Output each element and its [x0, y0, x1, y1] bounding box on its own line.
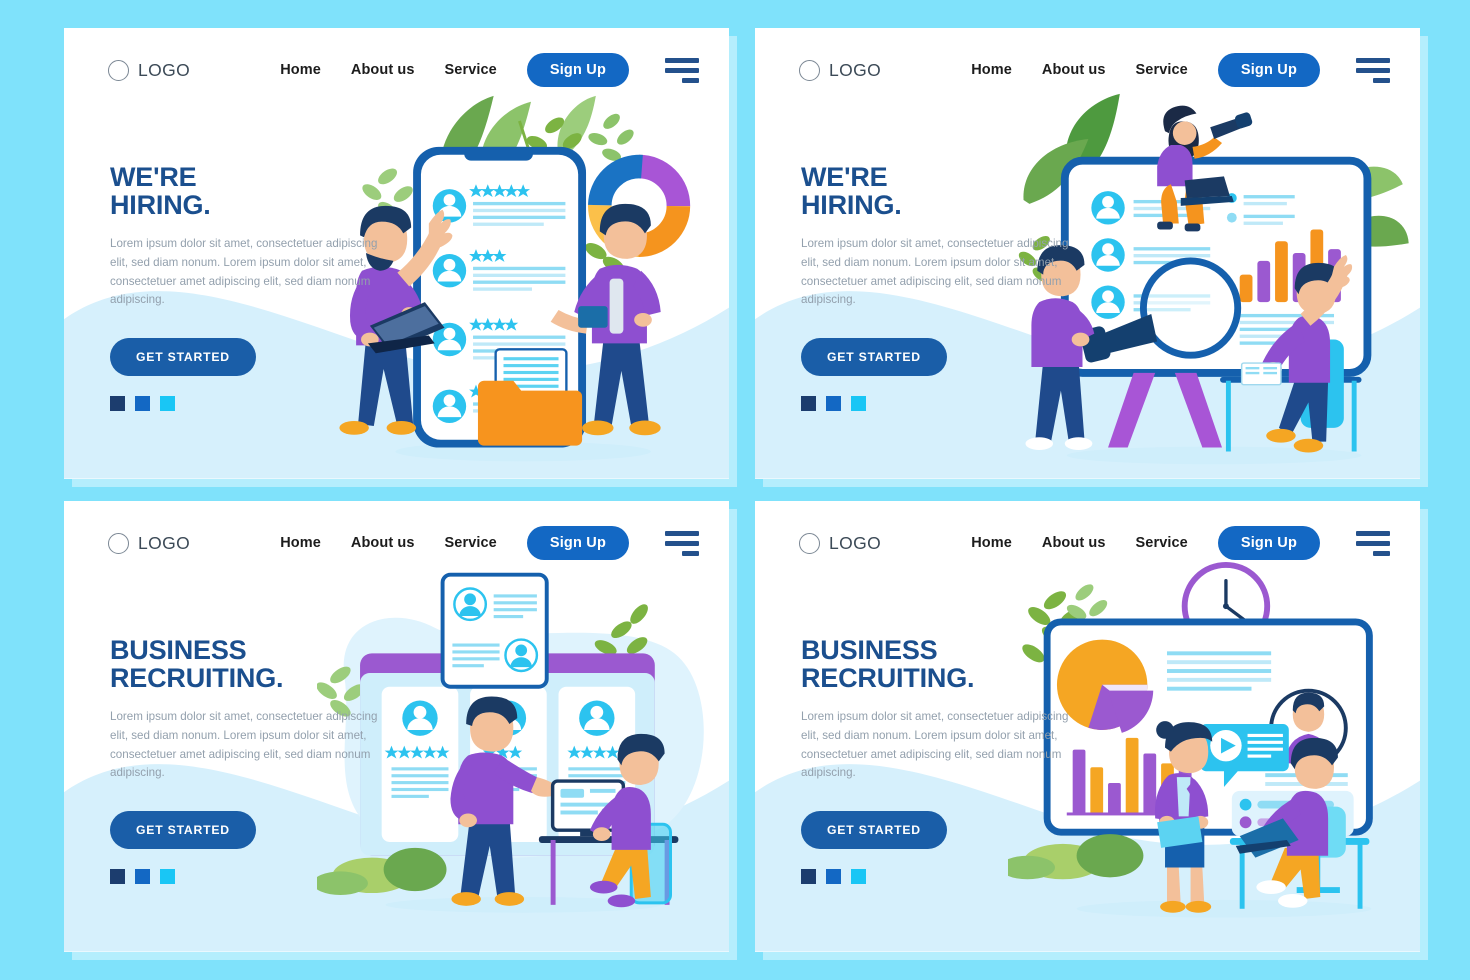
- pagination-dots[interactable]: [801, 869, 866, 884]
- landing-panel-hiring-mobile: LOGO Home About us Service Sign Up WE'RE…: [64, 28, 729, 479]
- pagination-dot-2[interactable]: [826, 869, 841, 884]
- nav-link-home[interactable]: Home: [971, 62, 1012, 78]
- sign-up-button[interactable]: Sign Up: [1217, 53, 1320, 87]
- nav-link-home[interactable]: Home: [971, 535, 1012, 551]
- pagination-dots[interactable]: [110, 396, 175, 411]
- hero-copy: WE'RE HIRING. Lorem ipsum dolor sit amet…: [801, 162, 1069, 377]
- pagination-dot-3[interactable]: [160, 396, 175, 411]
- hero-description: Lorem ipsum dolor sit amet, consectetuer…: [110, 237, 378, 307]
- get-started-button[interactable]: GET STARTED: [110, 338, 256, 377]
- circle-outline-icon: [799, 532, 820, 554]
- logo-label: LOGO: [829, 532, 882, 553]
- hamburger-menu-icon[interactable]: [665, 530, 699, 556]
- navbar-right: Home About us Service Sign Up: [971, 526, 1390, 560]
- pagination-dots[interactable]: [801, 396, 866, 411]
- hero-description: Lorem ipsum dolor sit amet, consectetuer…: [110, 710, 378, 780]
- nav-link-service[interactable]: Service: [1136, 62, 1188, 78]
- hero-copy: BUSINESS RECRUITING. Lorem ipsum dolor s…: [801, 635, 1069, 850]
- page-title: BUSINESS RECRUITING.: [110, 635, 284, 693]
- navbar: LOGO Home About us Service Sign Up: [755, 28, 1420, 112]
- get-started-button[interactable]: GET STARTED: [110, 811, 256, 850]
- pagination-dot-3[interactable]: [851, 396, 866, 411]
- navbar-right: Home About us Service Sign Up: [280, 53, 699, 87]
- pagination-dot-1[interactable]: [110, 396, 125, 411]
- floating-resume-card: [440, 572, 549, 689]
- nav-link-about-us[interactable]: About us: [1042, 62, 1106, 78]
- nav-link-service[interactable]: Service: [445, 62, 497, 78]
- page-title: WE'RE HIRING.: [110, 162, 211, 220]
- logo-label: LOGO: [829, 59, 882, 80]
- pagination-dot-1[interactable]: [801, 869, 816, 884]
- logo[interactable]: LOGO: [108, 59, 191, 81]
- pagination-dot-1[interactable]: [801, 396, 816, 411]
- nav-link-about-us[interactable]: About us: [1042, 535, 1106, 551]
- nav-link-about-us[interactable]: About us: [351, 535, 415, 551]
- nav-link-home[interactable]: Home: [280, 535, 321, 551]
- landing-panel-recruiting-cards: LOGO Home About us Service Sign Up BUSIN…: [64, 501, 729, 952]
- poster-canvas: LOGO Home About us Service Sign Up WE'RE…: [0, 0, 1470, 980]
- logo-label: LOGO: [138, 59, 191, 80]
- circle-outline-icon: [108, 532, 129, 554]
- candidate-card: [381, 686, 459, 842]
- get-started-button[interactable]: GET STARTED: [801, 338, 947, 377]
- circle-outline-icon: [799, 59, 820, 81]
- illustration-analytics-dashboard-board: [1007, 559, 1420, 952]
- pagination-dot-2[interactable]: [135, 869, 150, 884]
- pagination-dot-2[interactable]: [135, 396, 150, 411]
- hamburger-menu-icon[interactable]: [1356, 57, 1390, 83]
- landing-panel-hiring-board: LOGO Home About us Service Sign Up WE'RE…: [755, 28, 1420, 479]
- circle-outline-icon: [108, 59, 129, 81]
- hero-copy: WE'RE HIRING. Lorem ipsum dolor sit amet…: [110, 162, 378, 377]
- landing-panel-recruiting-dashboard: LOGO Home About us Service Sign Up BUSIN…: [755, 501, 1420, 952]
- pagination-dots[interactable]: [110, 869, 175, 884]
- nav-link-service[interactable]: Service: [445, 535, 497, 551]
- hamburger-menu-icon[interactable]: [665, 57, 699, 83]
- hero-copy: BUSINESS RECRUITING. Lorem ipsum dolor s…: [110, 635, 378, 850]
- hero-description: Lorem ipsum dolor sit amet, consectetuer…: [801, 710, 1069, 780]
- pagination-dot-1[interactable]: [110, 869, 125, 884]
- sign-up-button[interactable]: Sign Up: [526, 526, 629, 560]
- sign-up-button[interactable]: Sign Up: [1217, 526, 1320, 560]
- logo[interactable]: LOGO: [799, 532, 882, 554]
- navbar-right: Home About us Service Sign Up: [280, 526, 699, 560]
- nav-link-service[interactable]: Service: [1136, 535, 1188, 551]
- illustration-candidate-cards-board: [316, 559, 729, 952]
- pagination-dot-3[interactable]: [851, 869, 866, 884]
- navbar: LOGO Home About us Service Sign Up: [64, 501, 729, 585]
- hero-description: Lorem ipsum dolor sit amet, consectetuer…: [801, 237, 1069, 307]
- illustration-mobile-candidate-list: [317, 86, 729, 479]
- landing-page-grid: LOGO Home About us Service Sign Up WE'RE…: [0, 0, 1470, 980]
- page-title: BUSINESS RECRUITING.: [801, 635, 975, 693]
- nav-link-home[interactable]: Home: [280, 62, 321, 78]
- get-started-button[interactable]: GET STARTED: [801, 811, 947, 850]
- page-title: WE'RE HIRING.: [801, 162, 902, 220]
- navbar-right: Home About us Service Sign Up: [971, 53, 1390, 87]
- sign-up-button[interactable]: Sign Up: [526, 53, 629, 87]
- logo[interactable]: LOGO: [799, 59, 882, 81]
- logo-label: LOGO: [138, 532, 191, 553]
- pagination-dot-3[interactable]: [160, 869, 175, 884]
- navbar: LOGO Home About us Service Sign Up: [64, 28, 729, 112]
- logo[interactable]: LOGO: [108, 532, 191, 554]
- illustration-presentation-board-search: [1008, 86, 1420, 479]
- pagination-dot-2[interactable]: [826, 396, 841, 411]
- navbar: LOGO Home About us Service Sign Up: [755, 501, 1420, 585]
- nav-link-about-us[interactable]: About us: [351, 62, 415, 78]
- hamburger-menu-icon[interactable]: [1356, 530, 1390, 556]
